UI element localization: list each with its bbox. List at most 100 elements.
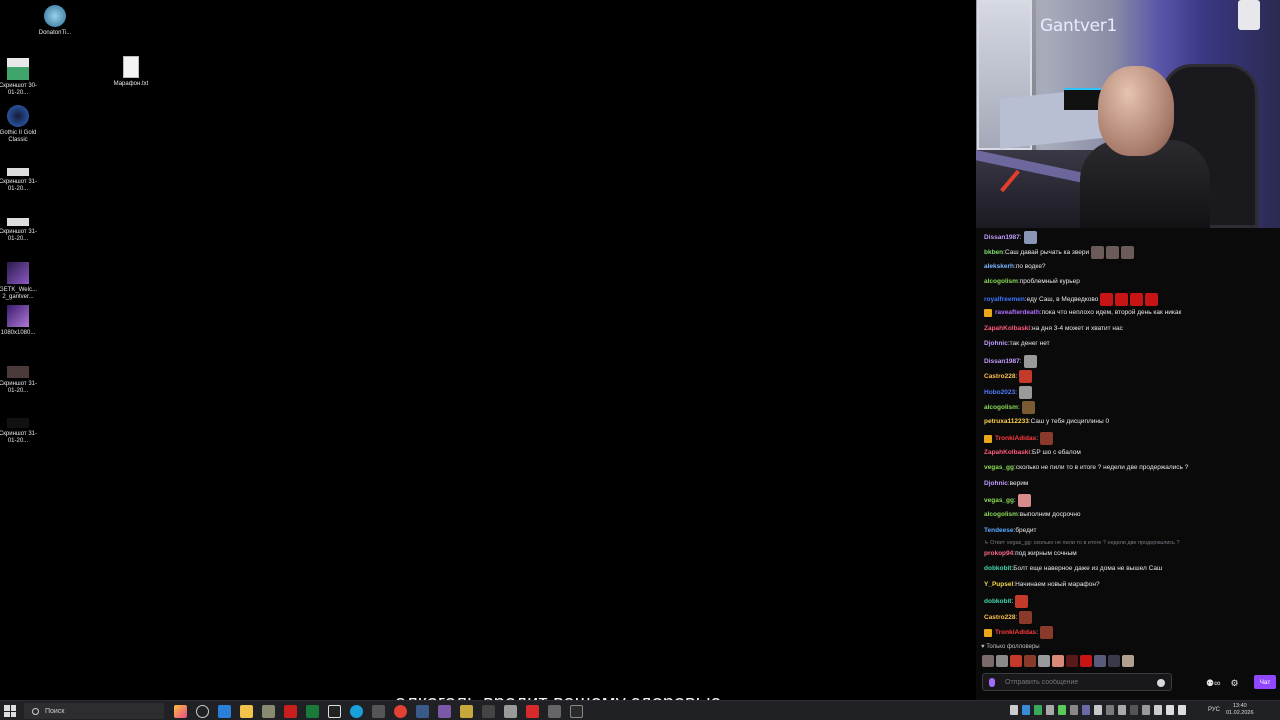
chat-username[interactable]: alcogolism [984, 403, 1018, 413]
chat-username[interactable]: Tendeese [984, 526, 1014, 536]
emote-icon[interactable] [1023, 231, 1037, 244]
app-icon[interactable] [570, 705, 583, 718]
desktop-icon-1080[interactable]: 1080x1080... [0, 305, 38, 337]
taskbar-search[interactable]: Поиск [24, 703, 164, 719]
emote-icon[interactable] [1024, 655, 1036, 667]
emote-icon[interactable] [1121, 246, 1135, 259]
chat-username[interactable]: ZapahKolbaski [984, 448, 1030, 458]
emote-icon[interactable] [1130, 293, 1144, 306]
emote-icon[interactable] [1040, 626, 1053, 639]
edge-icon[interactable] [350, 705, 363, 718]
terminal-icon[interactable] [306, 705, 319, 718]
subscriber-badge-icon[interactable] [984, 309, 992, 317]
chat-username[interactable]: Djohnic [984, 479, 1008, 489]
emote-icon[interactable] [1094, 655, 1106, 667]
volume-icon[interactable] [1178, 705, 1186, 715]
chat-username[interactable]: Castro228 [984, 372, 1015, 382]
keyboard-language[interactable]: РУС [1208, 707, 1220, 713]
tray-icon[interactable] [1058, 705, 1066, 715]
chat-username[interactable]: alcogolism [984, 277, 1018, 287]
emote-icon[interactable] [1080, 655, 1092, 667]
emote-icon[interactable] [1066, 655, 1078, 667]
emote-icon[interactable] [1019, 370, 1033, 383]
chat-username[interactable]: bkben [984, 248, 1003, 258]
tray-icon[interactable] [1046, 705, 1054, 715]
emote-icon[interactable] [1145, 293, 1159, 306]
emote-icon[interactable] [1052, 655, 1064, 667]
mic-icon[interactable] [989, 678, 995, 687]
app-icon[interactable] [460, 705, 473, 718]
emote-icon[interactable] [1100, 293, 1114, 306]
subscriber-badge-icon[interactable] [984, 434, 992, 443]
emote-icon[interactable] [1021, 401, 1035, 414]
chat-username[interactable]: Dissan1987 [984, 233, 1020, 243]
chat-username[interactable]: alekskerh [984, 262, 1014, 272]
network-icon[interactable] [1166, 705, 1174, 715]
task-view-icon[interactable] [196, 705, 209, 718]
emote-icon[interactable] [1023, 355, 1037, 368]
desktop-icon-screenshot[interactable]: Скриншот 30-01-20... [0, 58, 38, 97]
app-icon[interactable] [548, 705, 561, 718]
desktop-icon-screenshot[interactable]: Скриншот 31-01-20... [0, 362, 38, 395]
desktop-icon-gothic[interactable]: Gothic II Gold Classic [0, 105, 38, 144]
aida64-icon[interactable] [284, 705, 297, 718]
emote-icon[interactable] [996, 655, 1008, 667]
tray-icon[interactable] [1070, 705, 1078, 715]
emote-icon[interactable] [982, 655, 994, 667]
tray-icon[interactable] [1082, 705, 1090, 715]
desktop-icon-screenshot[interactable]: Скриншот 31-01-20... [0, 162, 38, 193]
emote-icon[interactable] [1038, 655, 1050, 667]
explorer-icon[interactable] [240, 705, 253, 718]
desktop-icon-screenshot[interactable]: Скриншот 31-01-20... [0, 412, 38, 445]
chat-username[interactable]: prokop94 [984, 549, 1013, 559]
desktop-icon-donaton[interactable]: DonatonTi... [35, 5, 75, 37]
emote-icon[interactable] [1106, 246, 1120, 259]
bits-icon[interactable]: ⚉∞ [1206, 678, 1220, 689]
chat-message-input[interactable] [1005, 676, 1155, 689]
tray-icon[interactable] [1034, 705, 1042, 715]
tray-icon[interactable] [1142, 705, 1150, 715]
chat-username[interactable]: Hobo2023 [984, 388, 1015, 398]
chat-username[interactable]: vegas_gg [984, 496, 1014, 506]
chat-username[interactable]: TronkiAdidas [995, 628, 1036, 638]
settings-gear-icon[interactable]: ⚙ [1230, 678, 1238, 689]
emoji-icon[interactable] [1157, 679, 1165, 687]
chat-username[interactable]: dobkobit [984, 564, 1011, 574]
emote-icon[interactable] [1122, 655, 1134, 667]
tray-icon[interactable] [1118, 705, 1126, 715]
emote-icon[interactable] [1115, 293, 1129, 306]
chat-username[interactable]: ZapahKolbaski [984, 324, 1030, 334]
tray-icon[interactable] [1106, 705, 1114, 715]
desktop-icon-getk[interactable]: GETK_Welc... 2_gantver... [0, 262, 38, 301]
desktop-icon-screenshot[interactable]: Скриншот 31-01-20... [0, 212, 38, 243]
tray-icon[interactable] [1154, 705, 1162, 715]
emote-icon[interactable] [1015, 595, 1029, 608]
app-icon[interactable] [438, 705, 451, 718]
store-icon[interactable] [218, 705, 231, 718]
chat-input-box[interactable] [982, 673, 1172, 691]
chrome-icon[interactable] [394, 705, 407, 718]
chat-username[interactable]: vegas_gg [984, 463, 1014, 473]
chat-username[interactable]: dobkobit [984, 597, 1011, 607]
chat-send-button[interactable]: Чат [1254, 675, 1276, 689]
chat-username[interactable]: alcogolism [984, 510, 1018, 520]
app-icon[interactable] [372, 705, 385, 718]
emote-icon[interactable] [1091, 246, 1105, 259]
tray-icon[interactable] [1010, 705, 1018, 715]
chat-username[interactable]: Y_Pupsel [984, 580, 1013, 590]
chat-username[interactable]: Djohnic [984, 339, 1008, 349]
desktop-icon-marathon-txt[interactable]: Марафон.txt [111, 56, 151, 88]
tray-icon[interactable] [1022, 705, 1030, 715]
emote-icon[interactable] [1019, 611, 1033, 624]
taskbar-clock[interactable]: 13:40 01.02.2026 [1226, 703, 1254, 717]
chat-username[interactable]: petruxa112233 [984, 417, 1029, 427]
emote-icon[interactable] [1108, 655, 1120, 667]
chat-username[interactable]: raveafterdeath [995, 308, 1040, 318]
emote-icon[interactable] [1018, 386, 1032, 399]
tray-icon[interactable] [1130, 705, 1138, 715]
app-icon[interactable] [526, 705, 539, 718]
app-icon[interactable] [416, 705, 429, 718]
chat-username[interactable]: Dissan1987 [984, 357, 1020, 367]
chat-username[interactable]: royalfreemen [984, 295, 1025, 305]
emote-icon[interactable] [1017, 494, 1031, 507]
